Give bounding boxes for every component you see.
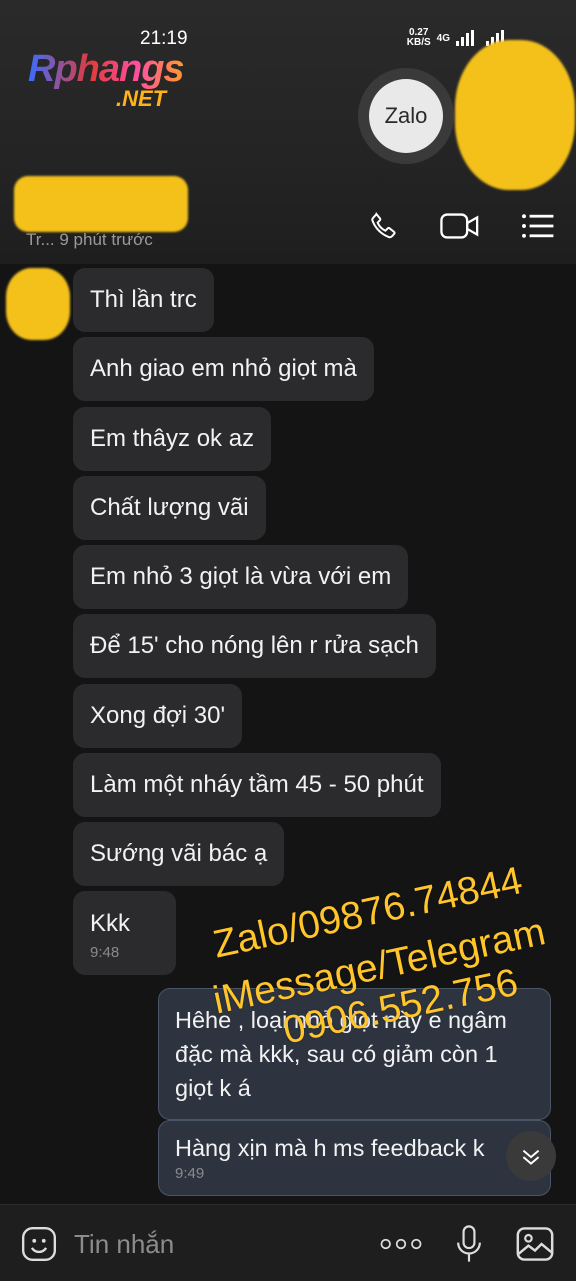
message-in[interactable]: Kkk 9:48: [73, 891, 177, 975]
message-in[interactable]: Em nhỏ 3 giọt là vừa với em: [73, 545, 409, 609]
emoji-icon[interactable]: [18, 1223, 60, 1265]
message-in[interactable]: Để 15' cho nóng lên r rửa sạch: [73, 614, 436, 678]
message-time: 9:48: [90, 943, 120, 961]
zalo-avatar[interactable]: Zalo: [358, 68, 454, 164]
microphone-icon[interactable]: [448, 1223, 490, 1265]
message-out[interactable]: Hàng xịn mà h ms feedback k 9:49: [158, 1120, 551, 1196]
net-speed: 0.27 KB/S: [406, 27, 431, 48]
video-call-icon[interactable]: [440, 206, 480, 246]
message-in[interactable]: Thì lần trc: [73, 268, 214, 332]
message-time: 9:49: [175, 1165, 205, 1182]
image-icon[interactable]: [514, 1223, 556, 1265]
composer-bar: Tin nhắn: [0, 1204, 576, 1281]
more-icon[interactable]: [380, 1223, 422, 1265]
status-time: 21:19: [140, 28, 188, 49]
phone-icon[interactable]: [364, 206, 404, 246]
menu-icon[interactable]: [518, 206, 558, 246]
message-list[interactable]: Thì lần trc Anh giao em nhỏ giọt mà Em t…: [0, 264, 576, 1204]
message-in[interactable]: Chất lượng vãi: [73, 476, 266, 540]
redaction-blob: [6, 268, 70, 340]
message-in[interactable]: Sướng vãi bác ạ: [73, 822, 285, 886]
last-seen: Tr... 9 phút trước: [26, 230, 153, 249]
redaction-blob: [14, 176, 188, 232]
message-in[interactable]: Xong đợi 30': [73, 684, 243, 748]
chevron-down-icon: [522, 1149, 540, 1165]
zalo-logo-icon: Zalo: [369, 79, 443, 153]
signal-icon: [456, 30, 474, 46]
site-logo: Rphangs .NET: [28, 48, 185, 111]
chat-header: 21:19 0.27 KB/S 4G Rphangs .NET Zalo Tr.…: [0, 0, 576, 264]
redaction-blob: [455, 40, 575, 190]
network-type: 4G: [436, 32, 450, 44]
message-in[interactable]: Làm một nháy tầm 45 - 50 phút: [73, 753, 441, 817]
scroll-down-button[interactable]: [506, 1131, 556, 1181]
message-input[interactable]: Tin nhắn: [74, 1229, 174, 1260]
message-in[interactable]: Anh giao em nhỏ giọt mà: [73, 337, 374, 401]
message-in[interactable]: Em thâyz ok az: [73, 407, 272, 471]
